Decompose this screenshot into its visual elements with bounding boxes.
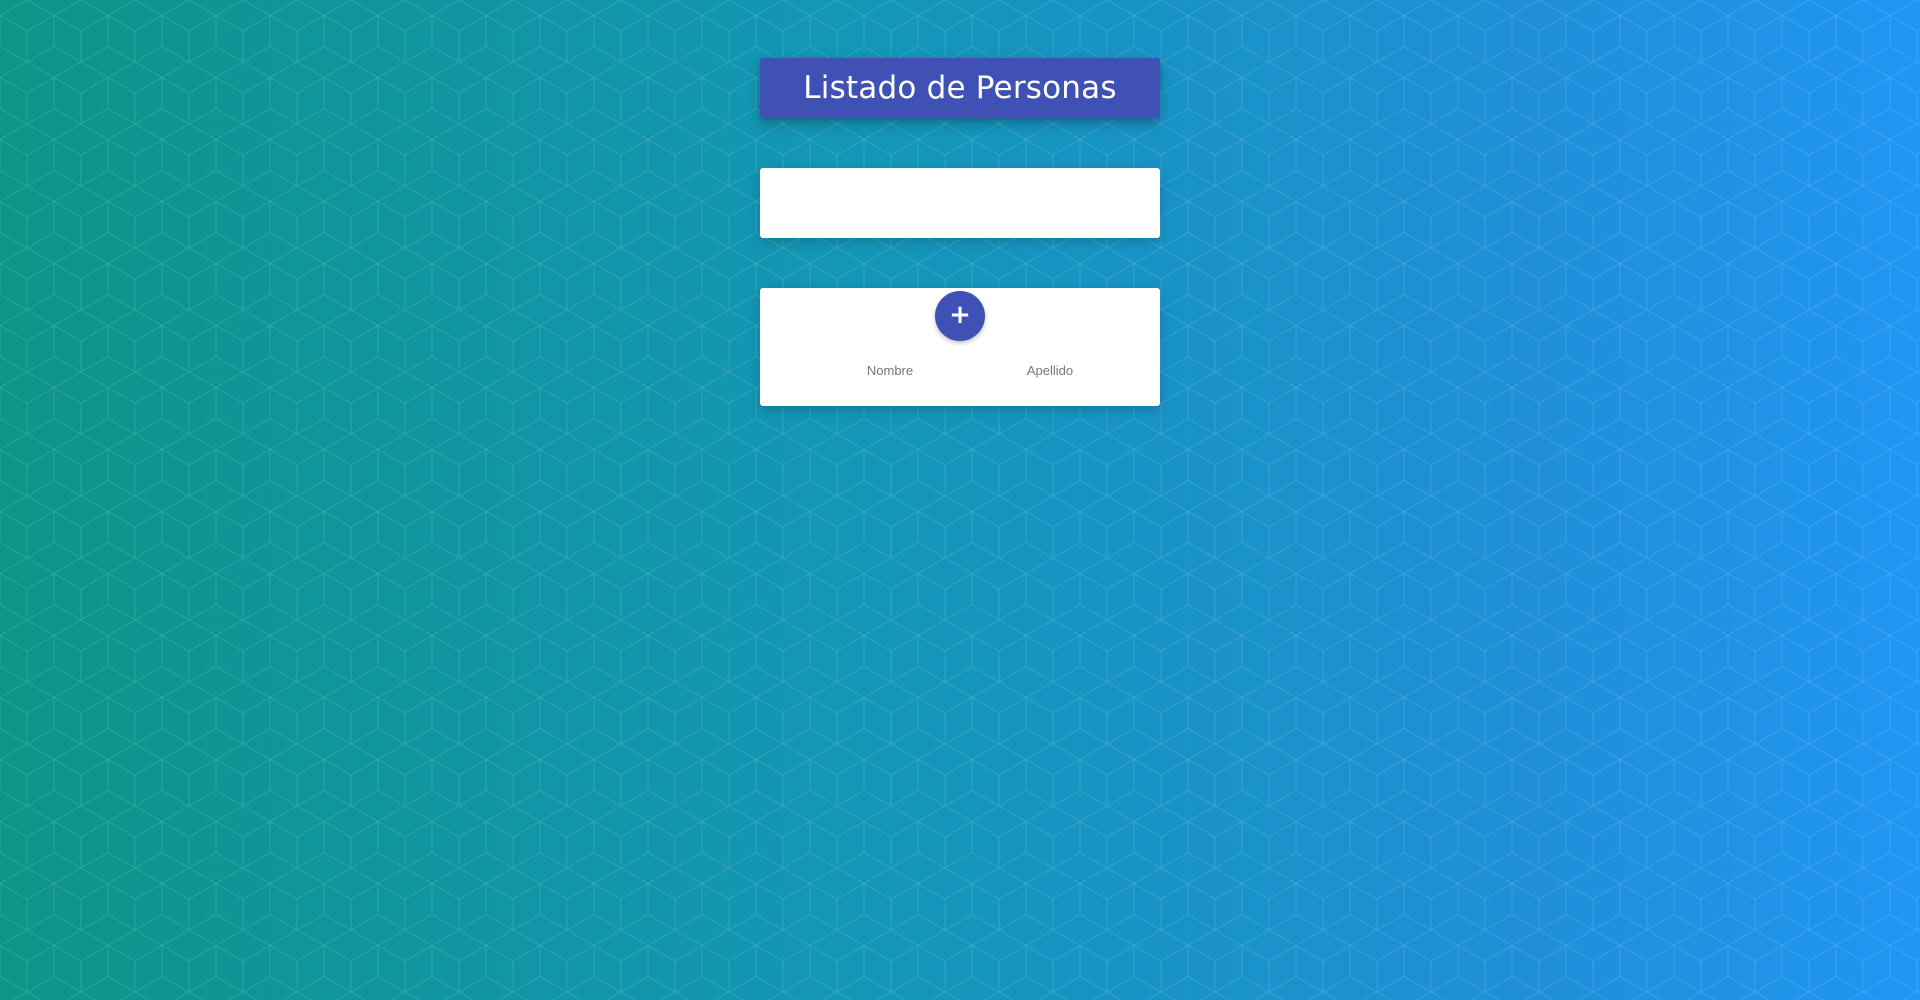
add-person-button[interactable]: + [935, 291, 985, 341]
search-input[interactable] [760, 168, 1160, 238]
people-table-card: + Nombre Apellido [760, 288, 1160, 406]
page-title-text: Listado de Personas [803, 70, 1117, 106]
column-header-nombre: Nombre [866, 363, 914, 378]
search-card [760, 168, 1160, 238]
page-title: Listado de Personas [760, 58, 1160, 118]
table-header-row: Nombre Apellido [760, 363, 1160, 383]
background-cube-pattern [0, 0, 1920, 1000]
plus-icon: + [949, 299, 971, 330]
column-header-apellido: Apellido [1026, 363, 1074, 378]
